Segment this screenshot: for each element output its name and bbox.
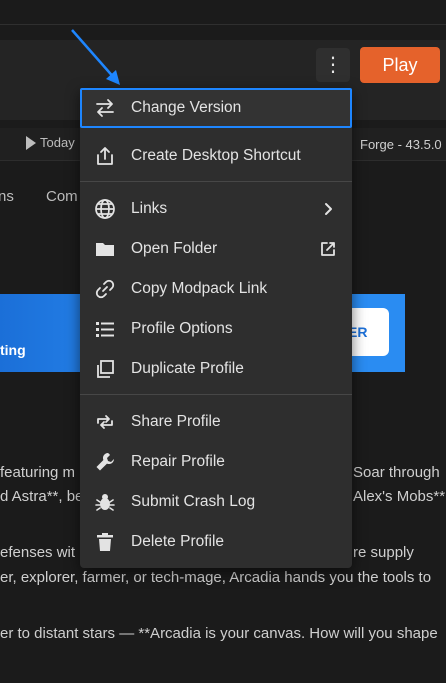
swap-arrows-icon xyxy=(94,97,116,119)
tab-partial-left[interactable]: ns xyxy=(0,188,14,205)
menu-item-copy-modpack-link[interactable]: Copy Modpack Link xyxy=(80,269,352,309)
menu-item-label: Links xyxy=(131,200,168,217)
pointer-arrow-icon xyxy=(71,29,120,85)
share-upload-icon xyxy=(94,145,116,167)
description-line-right: Alex's Mobs**, xyxy=(353,488,446,505)
folder-icon xyxy=(94,238,116,260)
promo-banner-text: ting xyxy=(0,342,26,358)
menu-item-change-version[interactable]: Change Version xyxy=(80,88,352,128)
copy-icon xyxy=(94,358,116,380)
profile-context-menu: Change Version Create Desktop Shortcut L… xyxy=(80,88,352,568)
globe-icon xyxy=(94,198,116,220)
description-line-right: Soar through xyxy=(353,464,440,481)
menu-item-label: Share Profile xyxy=(131,413,221,430)
external-link-icon xyxy=(318,239,338,259)
menu-item-share-profile[interactable]: Share Profile xyxy=(80,402,352,442)
share-arrows-icon xyxy=(94,411,116,433)
menu-item-open-folder[interactable]: Open Folder xyxy=(80,229,352,269)
menu-item-label: Repair Profile xyxy=(131,453,225,470)
menu-divider xyxy=(80,394,352,395)
menu-item-delete-profile[interactable]: Delete Profile xyxy=(80,522,352,562)
menu-item-label: Copy Modpack Link xyxy=(131,280,268,297)
play-icon xyxy=(26,135,36,150)
play-button[interactable]: Play xyxy=(360,47,440,83)
bug-icon xyxy=(94,491,116,513)
wrench-icon xyxy=(94,451,116,473)
menu-item-label: Create Desktop Shortcut xyxy=(131,147,301,164)
menu-divider xyxy=(80,181,352,182)
menu-item-create-shortcut[interactable]: Create Desktop Shortcut xyxy=(80,136,352,176)
list-icon xyxy=(94,318,116,340)
menu-item-repair-profile[interactable]: Repair Profile xyxy=(80,442,352,482)
menu-item-profile-options[interactable]: Profile Options xyxy=(80,309,352,349)
menu-item-label: Open Folder xyxy=(131,240,218,257)
menu-item-label: Change Version xyxy=(131,99,242,116)
menu-item-label: Duplicate Profile xyxy=(131,360,244,377)
menu-item-submit-crash-log[interactable]: Submit Crash Log xyxy=(80,482,352,522)
link-icon xyxy=(94,278,116,300)
chevron-right-icon xyxy=(318,199,338,219)
more-options-icon: ⋮ xyxy=(323,54,343,76)
menu-item-label: Profile Options xyxy=(131,320,233,337)
menu-item-label: Submit Crash Log xyxy=(131,493,256,510)
description-line: er, explorer, farmer, or tech-mage, Arca… xyxy=(0,569,432,586)
trash-icon xyxy=(94,531,116,553)
menu-item-duplicate-profile[interactable]: Duplicate Profile xyxy=(80,349,352,389)
last-played: Today xyxy=(26,135,75,150)
modloader-version: Forge - 43.5.0 xyxy=(360,137,442,152)
description-line: er to distant stars — **Arcadia is your … xyxy=(0,625,438,642)
last-played-label: Today xyxy=(40,135,75,150)
description-line-right: re supply xyxy=(353,544,414,561)
more-options-button[interactable]: ⋮ xyxy=(316,48,350,82)
menu-item-links[interactable]: Links xyxy=(80,189,352,229)
menu-item-label: Delete Profile xyxy=(131,533,225,550)
tab-partial-com[interactable]: Com xyxy=(46,188,78,205)
